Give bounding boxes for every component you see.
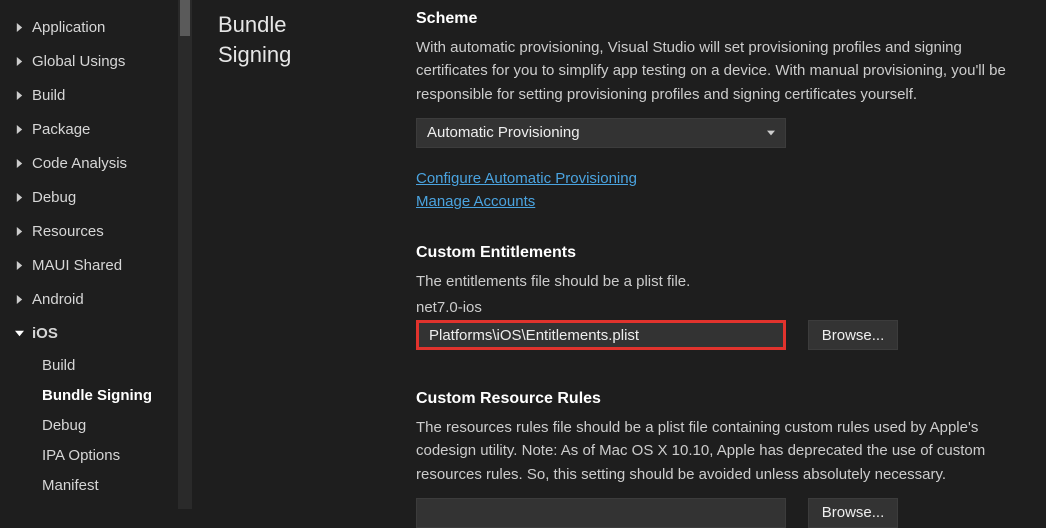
sidebar-item-resources[interactable]: Resources — [8, 214, 192, 248]
scheme-description: With automatic provisioning, Visual Stud… — [416, 36, 1032, 106]
chevron-right-icon — [12, 23, 26, 32]
sidebar-subitem-label: Bundle Signing — [42, 387, 152, 404]
sidebar-subitem-build[interactable]: Build — [8, 350, 192, 380]
sidebar-item-label: Package — [32, 121, 90, 138]
sidebar-item-label: MAUI Shared — [32, 257, 122, 274]
sidebar-item-global-usings[interactable]: Global Usings — [8, 44, 192, 78]
sidebar-subitem-debug[interactable]: Debug — [8, 410, 192, 440]
configure-provisioning-link[interactable]: Configure Automatic Provisioning — [416, 170, 637, 187]
chevron-right-icon — [12, 193, 26, 202]
chevron-right-icon — [12, 57, 26, 66]
sidebar-item-code-analysis[interactable]: Code Analysis — [8, 146, 192, 180]
sidebar-subitem-label: IPA Options — [42, 447, 120, 464]
scheme-title: Scheme — [416, 10, 1032, 28]
entitlements-title: Custom Entitlements — [416, 244, 1032, 262]
resource-rules-title: Custom Resource Rules — [416, 390, 1032, 408]
chevron-right-icon — [12, 261, 26, 270]
settings-content: Scheme With automatic provisioning, Visu… — [392, 0, 1046, 509]
entitlements-path-input[interactable] — [416, 320, 786, 350]
sidebar-item-android[interactable]: Android — [8, 282, 192, 316]
sidebar-item-ios[interactable]: iOS — [8, 316, 192, 350]
entitlements-browse-button[interactable]: Browse... — [808, 320, 898, 350]
chevron-right-icon — [12, 227, 26, 236]
sidebar-item-label: Build — [32, 87, 65, 104]
dropdown-value: Automatic Provisioning — [427, 124, 580, 141]
sidebar-item-label: Android — [32, 291, 84, 308]
provisioning-dropdown[interactable]: Automatic Provisioning — [416, 118, 786, 148]
sidebar-item-label: Global Usings — [32, 53, 125, 70]
resource-rules-browse-button[interactable]: Browse... — [808, 498, 898, 528]
resource-rules-description: The resources rules file should be a pli… — [416, 416, 1032, 486]
sidebar-item-label: Debug — [32, 189, 76, 206]
sidebar-subitem-manifest[interactable]: Manifest — [8, 470, 192, 500]
sidebar-item-maui-shared[interactable]: MAUI Shared — [8, 248, 192, 282]
target-framework-label: net7.0-ios — [416, 299, 1032, 316]
settings-sidebar: Application Global Usings Build Package … — [0, 0, 192, 509]
entitlements-description: The entitlements file should be a plist … — [416, 270, 1032, 293]
sidebar-subitem-label: Debug — [42, 417, 86, 434]
scrollbar-thumb[interactable] — [180, 0, 190, 36]
sidebar-item-label: iOS — [32, 325, 58, 342]
chevron-down-icon — [12, 329, 26, 338]
chevron-right-icon — [12, 159, 26, 168]
sidebar-subitem-ipa-options[interactable]: IPA Options — [8, 440, 192, 470]
sidebar-item-label: Code Analysis — [32, 155, 127, 172]
sidebar-item-build[interactable]: Build — [8, 78, 192, 112]
sidebar-item-debug[interactable]: Debug — [8, 180, 192, 214]
sidebar-item-label: Resources — [32, 223, 104, 240]
section-heading: Bundle Signing — [192, 0, 392, 509]
chevron-right-icon — [12, 91, 26, 100]
resource-rules-path-input[interactable] — [416, 498, 786, 528]
sidebar-item-application[interactable]: Application — [8, 10, 192, 44]
sidebar-subitem-bundle-signing[interactable]: Bundle Signing — [8, 380, 192, 410]
sidebar-scrollbar[interactable] — [178, 0, 192, 509]
sidebar-subitem-label: Build — [42, 357, 75, 374]
chevron-right-icon — [12, 125, 26, 134]
sidebar-item-package[interactable]: Package — [8, 112, 192, 146]
page-title: Bundle Signing — [218, 10, 382, 69]
sidebar-item-label: Application — [32, 19, 105, 36]
chevron-right-icon — [12, 295, 26, 304]
sidebar-subitem-label: Manifest — [42, 477, 99, 494]
manage-accounts-link[interactable]: Manage Accounts — [416, 193, 535, 210]
chevron-down-icon — [767, 129, 775, 137]
